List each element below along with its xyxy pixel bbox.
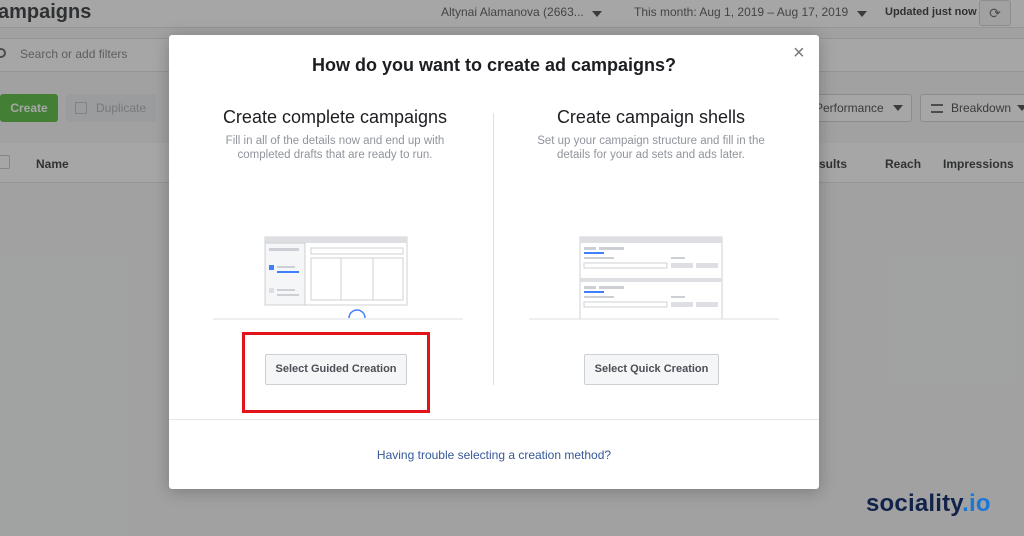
option-quick: Create campaign shells Set up your campa… (491, 107, 811, 162)
option-description: Set up your campaign structure and fill … (537, 135, 765, 161)
guided-creation-illustration (213, 236, 463, 320)
help-link[interactable]: Having trouble selecting a creation meth… (169, 448, 819, 462)
quick-creation-illustration (529, 236, 779, 320)
option-description: Fill in all of the details now and end u… (225, 135, 445, 161)
option-guided: Create complete campaigns Fill in all of… (175, 107, 495, 162)
option-title: Create complete campaigns (222, 107, 448, 127)
option-title: Create campaign shells (556, 107, 746, 127)
dialog-footer: Having trouble selecting a creation meth… (169, 419, 819, 489)
dialog-title: How do you want to create ad campaigns? (311, 55, 677, 75)
select-quick-creation-button[interactable]: Select Quick Creation (584, 354, 719, 385)
brand-tld: .io (962, 490, 991, 517)
sociality-logo: sociality.io (866, 490, 991, 518)
annotation-highlight-box (242, 332, 430, 413)
creation-method-dialog: × How do you want to create ad campaigns… (169, 35, 819, 489)
brand-name: sociality (866, 490, 963, 517)
